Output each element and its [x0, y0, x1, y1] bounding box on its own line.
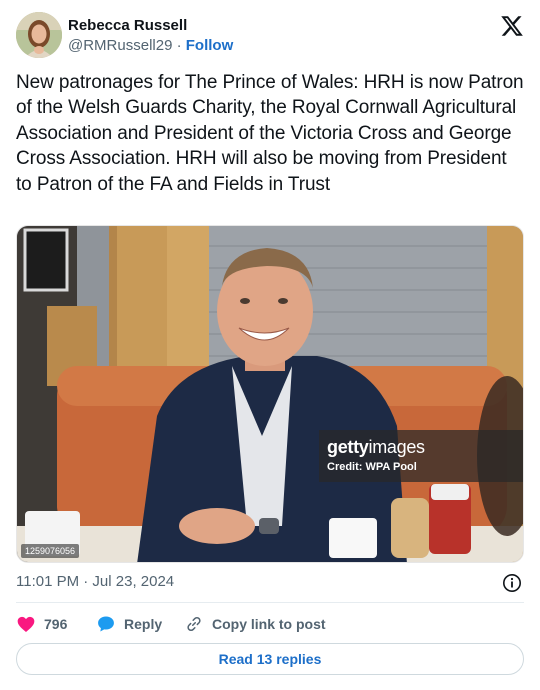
avatar-image	[16, 12, 62, 58]
author-handle[interactable]: @RMRussell29	[68, 37, 172, 54]
tweet-text: New patronages for The Prince of Wales: …	[16, 72, 524, 195]
reply-button[interactable]: Reply	[96, 612, 162, 636]
tweet-card: Rebecca Russell @RMRussell29 · Follow Ne…	[0, 0, 540, 690]
author-handle-row: @RMRussell29 · Follow	[68, 36, 233, 55]
like-button[interactable]: 796	[16, 612, 67, 636]
author-display-name[interactable]: Rebecca Russell	[68, 16, 233, 35]
action-bar: 796 Reply Copy link to post	[16, 612, 524, 636]
handle-separator: ·	[176, 37, 182, 54]
author-names: Rebecca Russell @RMRussell29 · Follow	[68, 16, 233, 55]
avatar[interactable]	[16, 12, 62, 58]
photo-image	[17, 226, 523, 562]
getty-logo-bold: getty	[327, 437, 369, 457]
heart-icon	[17, 616, 35, 632]
image-id-badge: 1259076056	[21, 544, 80, 558]
x-logo-icon[interactable]	[500, 14, 524, 38]
getty-logo-light: images	[368, 437, 426, 457]
copy-link-label: Copy link to post	[212, 616, 326, 632]
copy-link-button[interactable]: Copy link to post	[184, 612, 326, 636]
link-icon	[187, 616, 201, 632]
getty-watermark: gettyimages Credit: WPA Pool	[319, 430, 523, 482]
speech-bubble-icon	[98, 616, 114, 632]
getty-logo: gettyimages	[327, 437, 517, 457]
follow-button[interactable]: Follow	[186, 37, 234, 54]
read-replies-button[interactable]: Read 13 replies	[16, 643, 524, 675]
tweet-header: Rebecca Russell @RMRussell29 · Follow	[16, 12, 524, 60]
reply-label: Reply	[124, 616, 163, 632]
info-icon[interactable]	[502, 573, 522, 593]
like-count: 796	[44, 616, 68, 632]
tweet-timestamp[interactable]: 11:01 PM · Jul 23, 2024	[16, 572, 174, 592]
photo-credit: Credit: WPA Pool	[327, 461, 417, 473]
tweet-photo[interactable]: gettyimages Credit: WPA Pool 1259076056	[16, 225, 524, 563]
divider	[16, 602, 524, 603]
